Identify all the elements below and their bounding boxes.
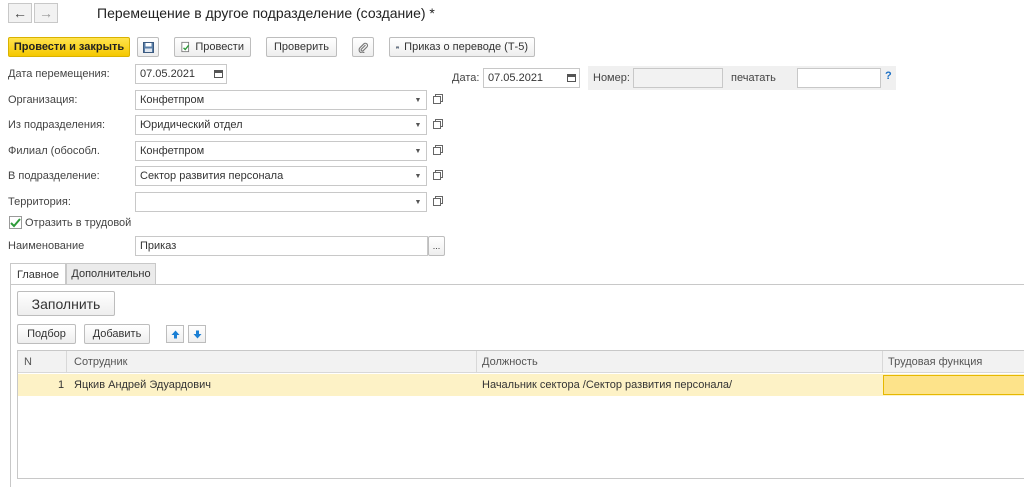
column-header-employee[interactable]: Сотрудник [74,356,127,368]
chevron-down-icon[interactable]: ▼ [410,116,426,134]
column-divider [476,351,477,373]
from-department-label: Из подразделения: [8,119,106,131]
save-button[interactable] [137,37,159,57]
print-order-label: Приказ о переводе (Т-5) [404,41,528,53]
to-department-field[interactable]: Сектор развития персонала ▼ [135,166,427,186]
open-link-icon [433,121,441,129]
move-down-button[interactable] [188,325,206,343]
column-header-n[interactable]: N [24,356,32,368]
open-link-icon [433,147,441,155]
open-branch-button[interactable] [430,144,444,158]
territory-label: Территория: [8,196,71,208]
printer-icon [396,45,400,49]
table-header: N Сотрудник Должность Трудовая функция [18,351,1024,373]
post-and-close-button[interactable]: Провести и закрыть [8,37,130,57]
arrow-down-icon [193,330,201,338]
number-label: Номер: [593,72,630,84]
post-document-icon [181,41,190,53]
labor-book-label: Отразить в трудовой [25,217,132,229]
to-department-label: В подразделение: [8,170,100,182]
open-territory-button[interactable] [430,195,444,209]
row-position[interactable]: Начальник сектора /Сектор развития персо… [482,379,732,391]
tab-main[interactable]: Главное [10,263,66,285]
branch-label: Филиал (обособл. [8,145,100,157]
print-field[interactable] [797,68,881,88]
ellipsis-icon: ... [432,241,441,251]
to-department-value: Сектор развития персонала [140,170,284,182]
check-button[interactable]: Проверить [266,37,337,57]
calendar-icon[interactable] [563,69,579,87]
table-row[interactable]: 1 Яцкив Андрей Эдуардович Начальник сект… [18,374,1024,396]
move-date-label: Дата перемещения: [8,68,110,80]
name-label: Наименование [8,240,85,252]
arrow-right-icon: → [39,5,53,21]
number-field[interactable] [633,68,723,88]
chevron-down-icon[interactable]: ▼ [410,91,426,109]
date-value: 07.05.2021 [488,72,544,84]
print-order-button[interactable]: Приказ о переводе (Т-5) [389,37,535,57]
print-flag-label: печатать [731,72,776,84]
branch-field[interactable]: Конфетпром ▼ [135,141,427,161]
employees-table: N Сотрудник Должность Трудовая функция 1… [17,350,1024,479]
row-employee[interactable]: Яцкив Андрей Эдуардович [74,379,211,391]
move-date-value: 07.05.2021 [140,68,196,80]
open-to-department-button[interactable] [430,169,444,183]
column-divider [66,351,67,373]
organization-value: Конфетпром [140,94,205,106]
from-department-value: Юридический отдел [140,119,243,131]
paperclip-icon [358,42,368,53]
open-from-department-button[interactable] [430,118,444,132]
from-department-field[interactable]: Юридический отдел ▼ [135,115,427,135]
name-select-button[interactable]: ... [428,236,445,256]
open-organization-button[interactable] [430,93,444,107]
open-link-icon [433,96,441,104]
open-link-icon [433,172,441,180]
checkmark-icon [10,217,21,227]
name-field[interactable]: Приказ [135,236,428,256]
move-date-field[interactable]: 07.05.2021 [135,64,227,84]
chevron-down-icon[interactable]: ▼ [410,167,426,185]
chevron-down-icon[interactable]: ▼ [410,142,426,160]
forward-button[interactable]: → [34,3,58,23]
add-button[interactable]: Добавить [84,324,150,344]
organization-label: Организация: [8,94,78,106]
date-field[interactable]: 07.05.2021 [483,68,580,88]
name-value: Приказ [140,240,177,252]
help-icon[interactable]: ? [885,70,892,82]
column-divider [882,351,883,373]
organization-field[interactable]: Конфетпром ▼ [135,90,427,110]
post-button[interactable]: Провести [174,37,251,57]
select-button[interactable]: Подбор [17,324,76,344]
back-button[interactable]: ← [8,3,32,23]
attach-button[interactable] [352,37,374,57]
open-link-icon [433,198,441,206]
fill-button[interactable]: Заполнить [17,291,115,316]
column-header-labor-function[interactable]: Трудовая функция [888,356,982,368]
arrow-left-icon: ← [13,5,27,21]
arrow-up-icon [171,330,179,338]
labor-book-checkbox[interactable] [9,216,22,229]
floppy-disk-icon [142,41,154,53]
tab-additional[interactable]: Дополнительно [66,263,156,284]
post-button-label: Провести [195,41,244,53]
column-header-position[interactable]: Должность [482,356,538,368]
branch-value: Конфетпром [140,145,205,157]
chevron-down-icon[interactable]: ▼ [410,193,426,211]
calendar-icon[interactable] [210,65,226,83]
date-label: Дата: [452,72,480,84]
row-number: 1 [58,379,65,391]
page-title: Перемещение в другое подразделение (созд… [97,5,435,21]
move-up-button[interactable] [166,325,184,343]
row-labor-function-cell[interactable] [883,375,1024,395]
territory-field[interactable]: ▼ [135,192,427,212]
